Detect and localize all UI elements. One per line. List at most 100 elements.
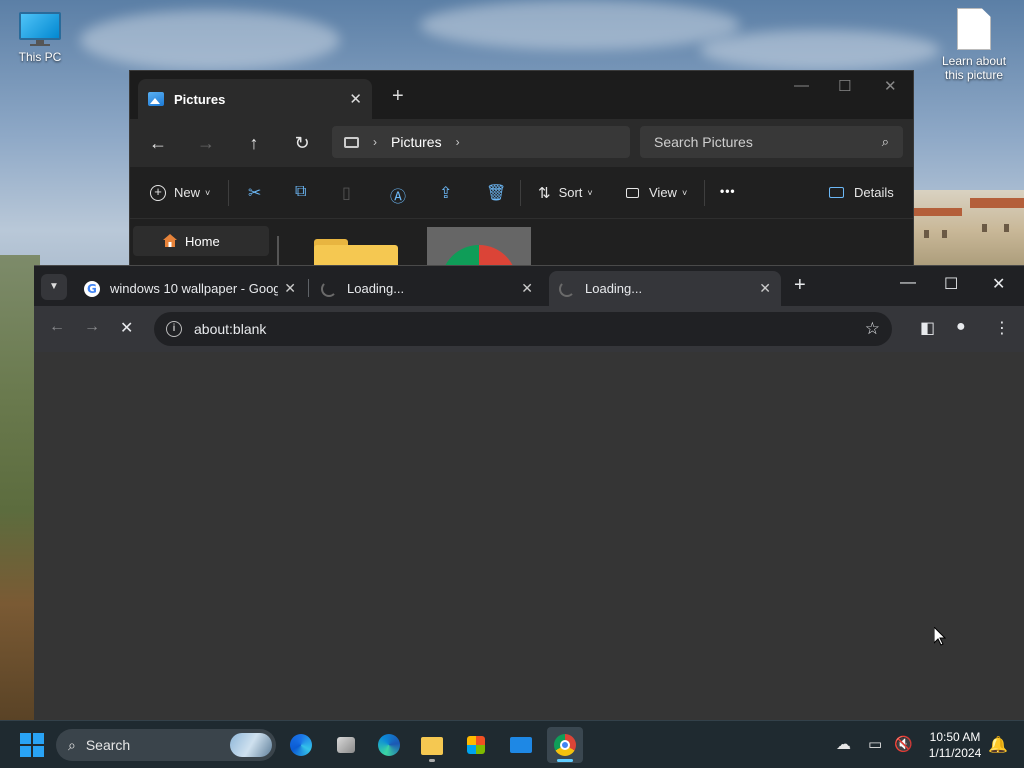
spinner-icon [321, 280, 337, 297]
file-explorer-window: Pictures ✕ + — ☐ ✕ ← → ↑ ↻ › Pictures › … [129, 70, 914, 270]
search-label: Search [85, 737, 131, 753]
chrome-icon[interactable] [547, 727, 583, 763]
desktop-icon-learn-about-picture[interactable]: Learn about this picture [934, 8, 1014, 82]
edge-icon[interactable] [371, 727, 407, 763]
bookmark-star-icon[interactable]: ☆ [865, 319, 880, 339]
profile-icon[interactable]: ● [956, 318, 966, 336]
forward-arrow-icon[interactable]: → [84, 318, 100, 336]
paste-icon[interactable]: ▯ [342, 183, 351, 203]
explorer-tab-label: Pictures [174, 91, 226, 107]
tab-title: Loading... [585, 281, 643, 296]
maximize-button[interactable]: ☐ [944, 274, 958, 294]
address-bar[interactable]: › Pictures › [332, 126, 630, 158]
minimize-button[interactable]: — [900, 274, 916, 292]
minimize-button[interactable]: — [794, 77, 809, 94]
mail-icon[interactable] [503, 727, 539, 763]
more-options-icon[interactable]: ••• [720, 184, 736, 198]
explorer-command-bar: + New ˅ ✂ ⧉ ▯ Ⓐ ⇪ 🗑 ⇅ Sort ˅ View ˅ ••• … [130, 167, 913, 219]
divider [520, 180, 521, 206]
chrome-tab[interactable]: windows 10 wallpaper - Google ✕ [74, 271, 306, 306]
search-icon: ⌕ [881, 134, 889, 149]
copy-icon[interactable]: ⧉ [295, 183, 306, 201]
sidebar-item-home[interactable]: Home [133, 226, 269, 256]
chevron-down-icon: ˅ [587, 187, 593, 198]
explorer-tab-pictures[interactable]: Pictures ✕ [138, 79, 372, 119]
delete-icon[interactable]: 🗑 [486, 183, 506, 203]
details-button[interactable]: Details [829, 185, 894, 200]
chevron-down-icon: ˅ [681, 187, 688, 198]
divider [228, 180, 229, 206]
this-pc-icon [344, 136, 359, 148]
tab-title: Loading... [347, 281, 405, 296]
forward-button[interactable]: → [188, 133, 224, 154]
network-icon[interactable]: ▭ [868, 735, 882, 753]
plus-circle-icon: + [150, 184, 166, 201]
maximize-button[interactable]: ☐ [838, 77, 851, 95]
clock-date: 1/11/2024 [928, 746, 982, 760]
stop-loading-icon[interactable]: ✕ [120, 318, 133, 338]
side-panel-icon[interactable]: ◧ [920, 318, 935, 338]
close-tab-icon[interactable]: ✕ [521, 280, 533, 297]
taskbar-search-box[interactable]: ⌕ Search [56, 729, 276, 761]
chrome-tab-strip: ▼ windows 10 wallpaper - Google ✕ Loadin… [34, 266, 1024, 306]
new-label: New [174, 185, 201, 200]
info-icon[interactable]: i [166, 321, 182, 337]
explorer-titlebar: Pictures ✕ + — ☐ ✕ [130, 71, 913, 119]
sort-label: Sort [558, 185, 583, 200]
windows-start-icon[interactable] [20, 733, 44, 757]
spinner-icon [559, 280, 575, 297]
close-tab-icon[interactable]: ✕ [349, 90, 362, 108]
store-icon[interactable] [458, 727, 494, 763]
taskbar-clock[interactable]: 10:50 AM 1/11/2024 [916, 729, 994, 761]
chrome-toolbar: ← → ✕ i about:blank ☆ ◧ ● ⋮ [34, 306, 1024, 352]
tab-search-dropdown-icon[interactable]: ▼ [41, 274, 67, 300]
close-tab-icon[interactable]: ✕ [284, 280, 296, 297]
desktop-icon-this-pc[interactable]: This PC [0, 12, 80, 64]
view-button[interactable]: View ˅ [626, 185, 687, 200]
breadcrumb-pictures[interactable]: Pictures [391, 134, 442, 150]
onedrive-icon[interactable]: ☁ [836, 735, 851, 753]
details-pane-icon [829, 187, 844, 198]
up-button[interactable]: ↑ [236, 133, 272, 154]
new-button[interactable]: + New ˅ [150, 184, 211, 201]
volume-muted-icon[interactable]: 🔇 [894, 735, 913, 753]
notification-bell-icon[interactable]: 🔔 [988, 735, 1008, 755]
page-content[interactable] [34, 352, 1024, 720]
chrome-tab-active[interactable]: Loading... ✕ [549, 271, 781, 306]
edge-beta-icon[interactable] [283, 727, 319, 763]
taskbar: ⌕ Search ☁ ▭ 🔇 10:50 AM 1/11/2024 🔔 [0, 720, 1024, 768]
refresh-button[interactable]: ↻ [284, 133, 320, 154]
desktop-icon-label: Learn about this picture [941, 54, 1007, 82]
view-label: View [649, 185, 677, 200]
search-placeholder: Search Pictures [654, 134, 753, 150]
close-button[interactable]: ✕ [992, 274, 1005, 294]
back-arrow-icon[interactable]: ← [49, 318, 65, 336]
chevron-right-icon: › [373, 135, 377, 149]
divider [704, 180, 705, 206]
cut-icon[interactable]: ✂ [248, 183, 261, 203]
explorer-new-tab-button[interactable]: + [392, 85, 404, 108]
pictures-folder-icon [148, 92, 164, 106]
desktop-icon-label: This PC [18, 50, 62, 64]
explorer-body: Home [130, 219, 913, 269]
file-explorer-icon[interactable] [414, 727, 450, 763]
chrome-tab[interactable]: Loading... ✕ [311, 271, 543, 306]
rename-icon[interactable]: Ⓐ [390, 183, 406, 207]
close-tab-icon[interactable]: ✕ [759, 280, 771, 297]
menu-kebab-icon[interactable]: ⋮ [994, 318, 1010, 338]
back-button[interactable]: ← [140, 133, 176, 154]
sort-button[interactable]: ⇅ Sort ˅ [538, 184, 593, 202]
close-button[interactable]: ✕ [884, 77, 897, 95]
url-text[interactable]: about:blank [194, 321, 266, 337]
chevron-right-icon[interactable]: › [456, 135, 460, 149]
details-label: Details [854, 185, 894, 200]
search-highlight-image [230, 733, 272, 757]
task-view-icon[interactable] [327, 727, 363, 763]
new-tab-button[interactable]: + [794, 274, 806, 297]
search-input[interactable]: Search Pictures ⌕ [640, 126, 903, 158]
omnibox[interactable]: i about:blank ☆ [154, 312, 892, 346]
search-icon: ⌕ [68, 736, 76, 753]
share-icon[interactable]: ⇪ [439, 183, 452, 203]
image-thumbnail[interactable] [427, 227, 531, 269]
chevron-down-icon: ˅ [205, 187, 211, 198]
